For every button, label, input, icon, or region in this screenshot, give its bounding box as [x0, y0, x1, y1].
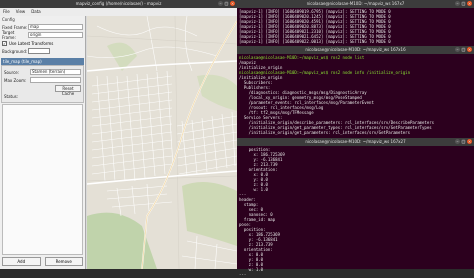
status-label: Status:: [4, 93, 19, 99]
close-icon[interactable]: ×: [467, 47, 472, 52]
terminal2-title: nicolasae@nicolasae-M10D: ~/mapviz_ws 16…: [305, 47, 406, 52]
close-icon[interactable]: ×: [467, 1, 472, 6]
use-latest-transforms-row: ✓ Use Latest Transforms: [0, 39, 85, 47]
max-zoom-spinbox[interactable]: [30, 77, 81, 83]
source-row: Source: Stamen (terrain): [2, 68, 83, 76]
menubar: File View Data: [0, 8, 237, 16]
target-frame-row: Target Frame: origin: [0, 30, 85, 40]
maximize-icon[interactable]: □: [461, 47, 466, 52]
terminal3-title: nicolasae@nicolasae-M10D: ~/mapviz_ws 16…: [305, 139, 406, 144]
background-label: Background:: [2, 48, 28, 54]
max-zoom-label: Max Zoom:: [4, 77, 27, 83]
terminal1-output: [mapviz-1] [INFO] [1686409019.6795] [map…: [237, 8, 474, 45]
log-line: [mapviz-1] [INFO] [1686409022.0013] [map…: [239, 39, 391, 44]
config-panel: Config Fixed Frame: map Target Frame: or…: [0, 16, 86, 269]
target-frame-combo[interactable]: origin: [28, 32, 83, 38]
reset-cache-button[interactable]: Reset Cache: [55, 84, 81, 96]
terminal-node-info[interactable]: nicolasae@nicolasae-M10D: ~/mapviz_ws 16…: [237, 46, 474, 138]
use-latest-transforms-checkbox[interactable]: ✓: [2, 40, 7, 46]
terminal1-title: nicolasae@nicolasae-M10D: ~/mapviz_ws 16…: [306, 1, 405, 6]
terminal1-titlebar: nicolasae@nicolasae-M10D: ~/mapviz_ws 16…: [237, 0, 474, 8]
maximize-icon[interactable]: □: [461, 139, 466, 144]
max-zoom-row: Max Zoom:: [2, 76, 83, 84]
minimize-icon[interactable]: –: [218, 1, 223, 6]
plugin-buttons: Add Remove: [2, 257, 83, 266]
fixed-frame-combo[interactable]: map: [28, 24, 83, 30]
reset-cache-row: Reset Cache: [2, 84, 83, 96]
background-row: Background:: [0, 47, 85, 55]
close-icon[interactable]: ×: [230, 1, 235, 6]
maximize-icon[interactable]: □: [461, 1, 466, 6]
plugin-list-area: [2, 104, 83, 255]
terminal-topic-echo[interactable]: nicolasae@nicolasae-M10D: ~/mapviz_ws 16…: [237, 138, 474, 277]
mapviz-titlebar: mapviz_config (/home/nicolasae/) - mapvi…: [0, 0, 237, 8]
terminal3-titlebar: nicolasae@nicolasae-M10D: ~/mapviz_ws 16…: [237, 138, 474, 146]
config-panel-title: Config: [2, 17, 15, 22]
terminal2-output: nicolasae@nicolasae-M10D:~/mapviz_ws$ ro…: [237, 54, 474, 136]
terminal3-output: position: x: 186.725369 y: -6.136841 z: …: [237, 146, 474, 278]
add-button[interactable]: Add: [2, 257, 41, 266]
source-combo[interactable]: Stamen (terrain): [30, 69, 81, 75]
mapviz-window: mapviz_config (/home/nicolasae/) - mapvi…: [0, 0, 237, 269]
mapviz-window-title: mapviz_config (/home/nicolasae/) - mapvi…: [75, 1, 162, 6]
map-canvas[interactable]: [87, 16, 237, 269]
close-icon[interactable]: ×: [467, 139, 472, 144]
terminal2-titlebar: nicolasae@nicolasae-M10D: ~/mapviz_ws 16…: [237, 46, 474, 54]
maximize-icon[interactable]: □: [224, 1, 229, 6]
use-latest-transforms-label: Use Latest Transforms: [9, 40, 54, 46]
menu-data[interactable]: Data: [31, 8, 41, 16]
minimize-icon[interactable]: –: [455, 1, 460, 6]
source-label: Source:: [4, 69, 20, 75]
minimize-icon[interactable]: –: [455, 47, 460, 52]
fixed-frame-label: Fixed Frame:: [2, 24, 28, 30]
terminal-mapviz-log[interactable]: nicolasae@nicolasae-M10D: ~/mapviz_ws 16…: [237, 0, 474, 46]
menu-file[interactable]: File: [3, 8, 10, 16]
tile-map-plugin-header[interactable]: tile_map (tile_map): [1, 58, 84, 65]
output-line: /initialize_origin/get_parameters: rcl_i…: [239, 130, 410, 135]
minimize-icon[interactable]: –: [455, 139, 460, 144]
street-map-tiles: [87, 16, 237, 269]
tile-map-plugin-body: Source: Stamen (terrain) Max Zoom: Reset…: [1, 65, 84, 103]
remove-button[interactable]: Remove: [44, 257, 83, 266]
output-line: ---: [239, 272, 247, 277]
target-frame-label: Target Frame:: [2, 30, 16, 40]
background-color-button[interactable]: [28, 48, 50, 54]
menu-view[interactable]: View: [16, 8, 26, 16]
